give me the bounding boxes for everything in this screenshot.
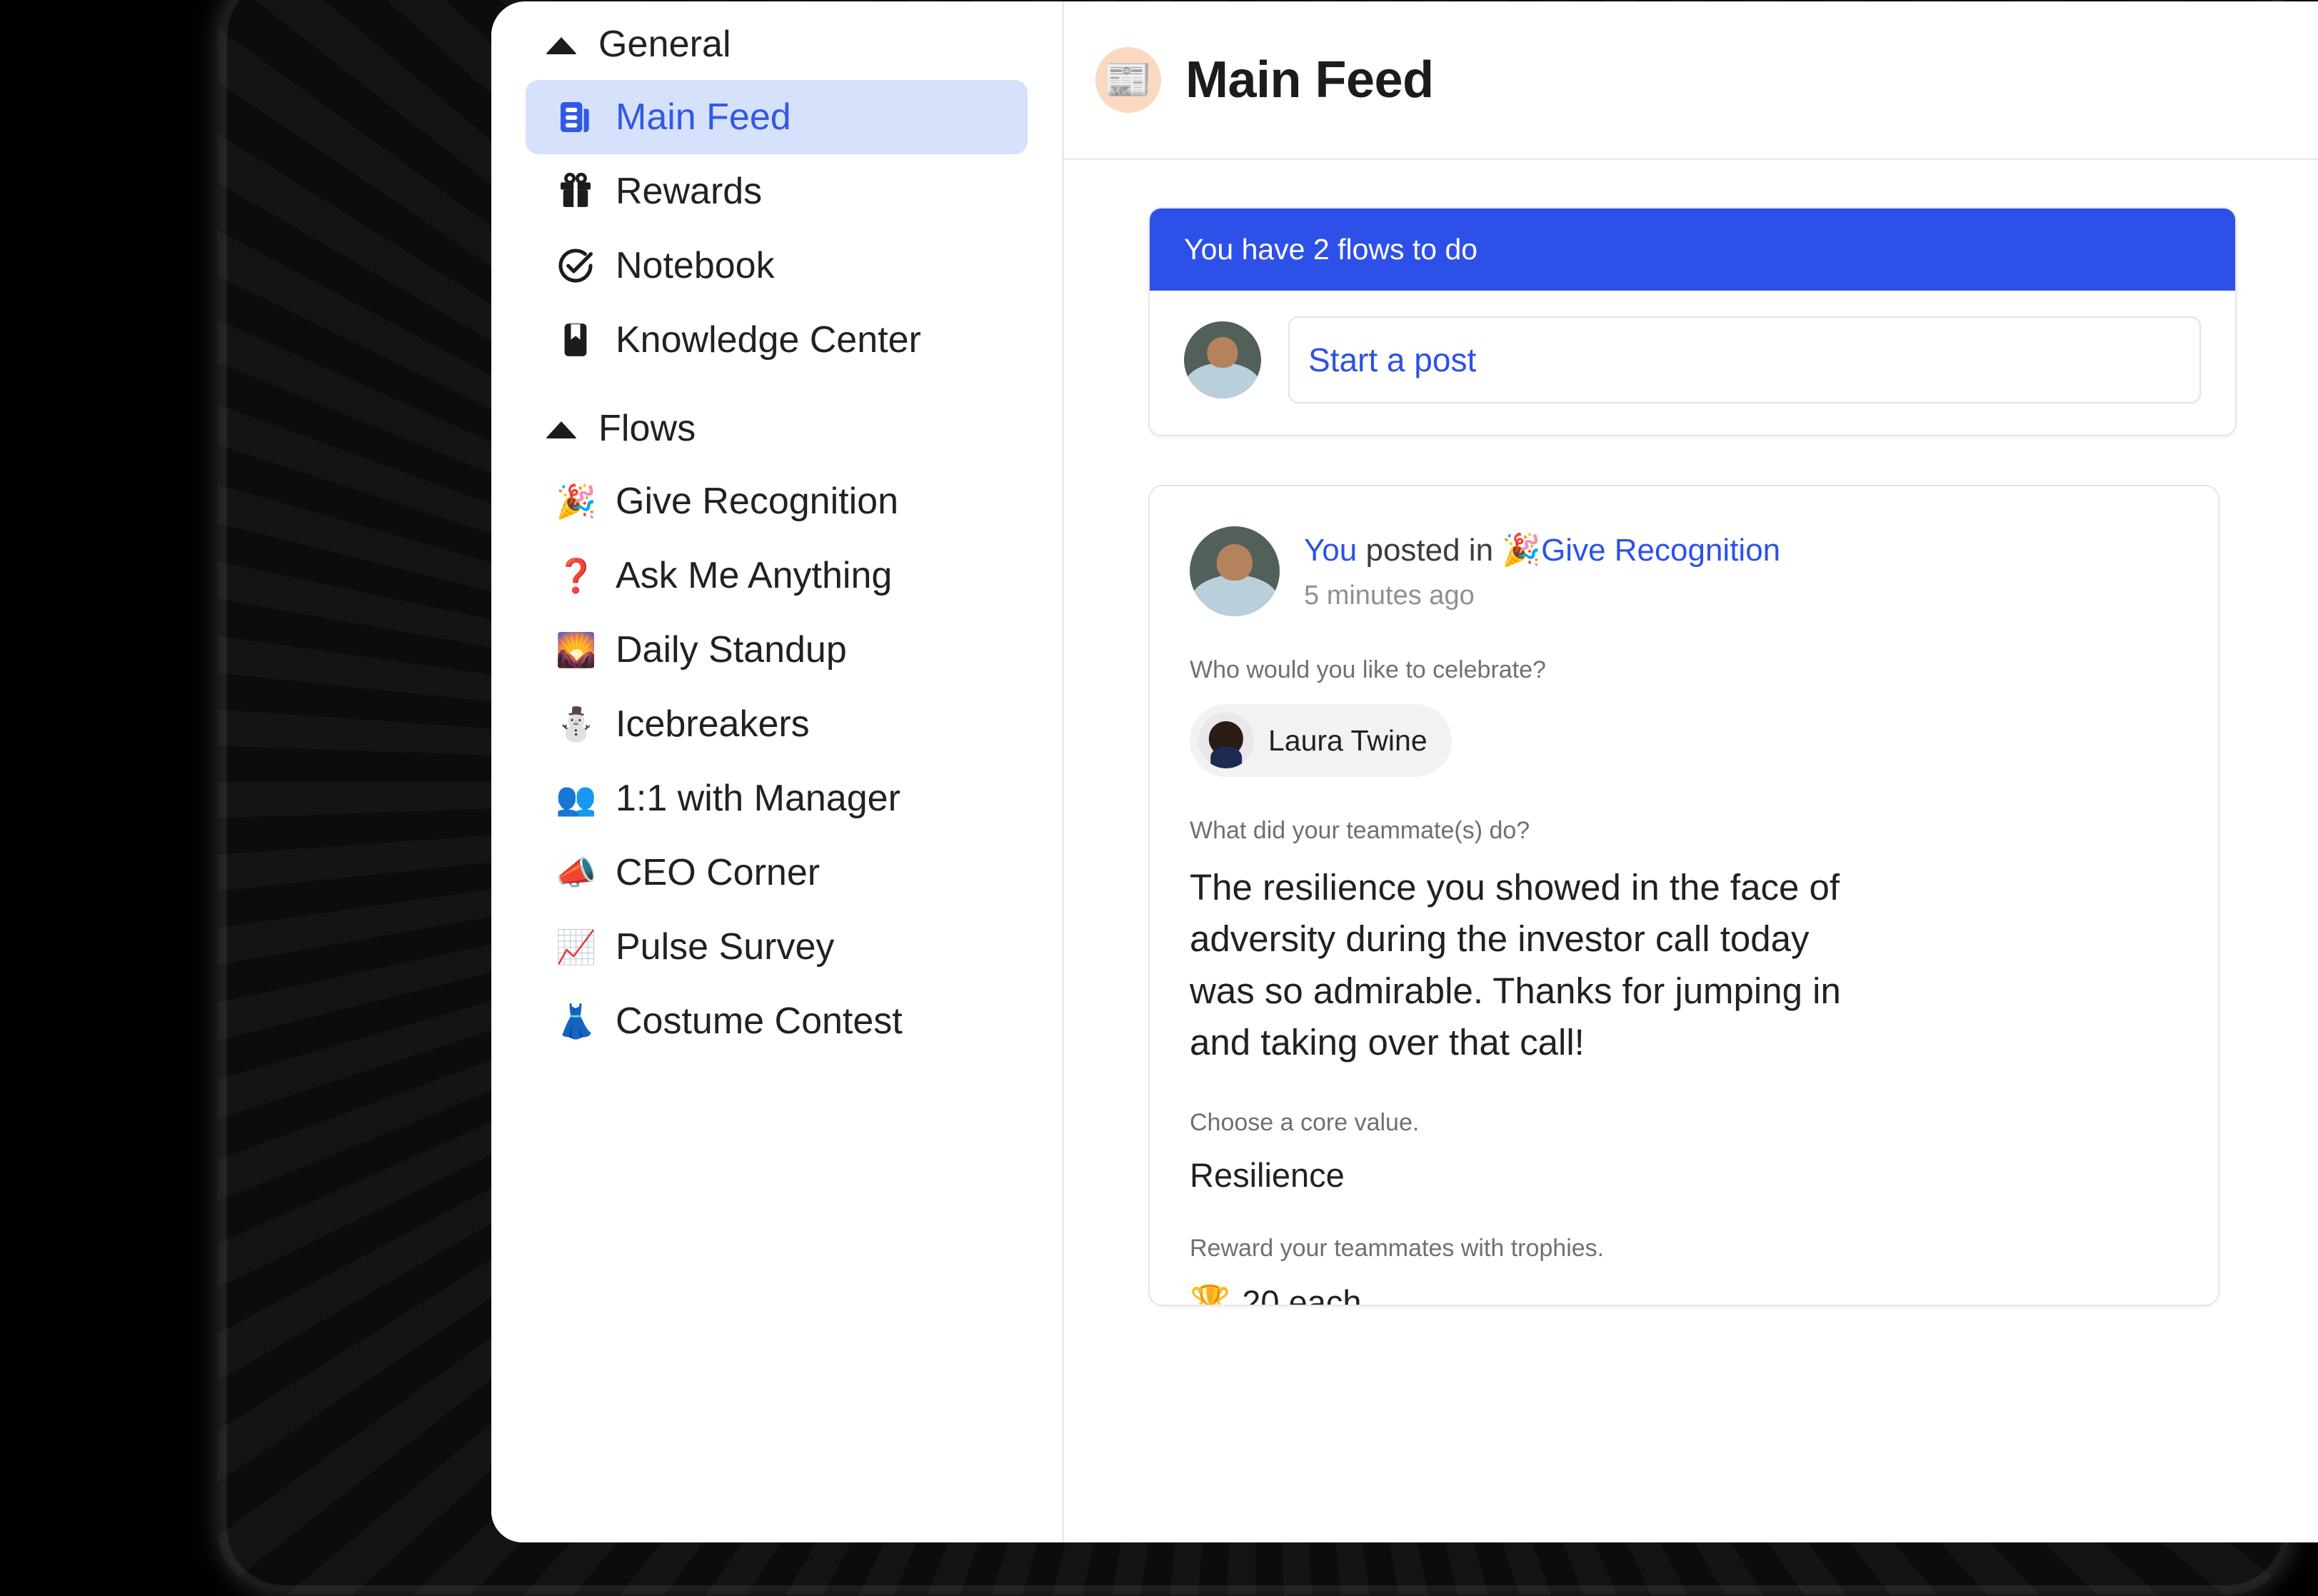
post-flow-link[interactable]: Give Recognition bbox=[1541, 533, 1780, 568]
post-question-what-did-they-do: What did your teammate(s) do? bbox=[1190, 817, 1530, 844]
bookmark-book-icon bbox=[556, 320, 596, 360]
main-content: 📰 Main Feed You have 2 flows to do Start… bbox=[1064, 1, 2318, 1542]
post-meta: You posted in 🎉Give Recognition 5 minute… bbox=[1304, 526, 1780, 611]
post-trophy-amount: 🏆 20 each bbox=[1190, 1283, 2178, 1306]
sidebar-item-main-feed[interactable]: Main Feed bbox=[526, 80, 1028, 154]
chart-increasing-emoji: 📈 bbox=[556, 928, 597, 965]
app-window: General Main Feed Rewards Notebook Knowl… bbox=[491, 1, 2318, 1542]
post-byline: You posted in 🎉Give Recognition bbox=[1304, 533, 1780, 568]
post-author-link[interactable]: You bbox=[1304, 533, 1357, 568]
dress-emoji: 👗 bbox=[556, 1003, 597, 1040]
current-user-avatar[interactable] bbox=[1184, 321, 1261, 398]
newspaper-emoji: 📰 bbox=[1095, 46, 1161, 113]
post-core-value: Resilience bbox=[1190, 1155, 1345, 1194]
celebrated-person-avatar bbox=[1198, 713, 1254, 768]
start-a-post-input[interactable]: Start a post bbox=[1288, 316, 2201, 403]
feed-scroll-area[interactable]: You have 2 flows to do Start a post You … bbox=[1064, 160, 2318, 1542]
sidebar-item-label: CEO Corner bbox=[616, 852, 821, 893]
sunrise-over-mountains-emoji: 🌄 bbox=[556, 631, 597, 668]
sidebar-item-label: Rewards bbox=[616, 171, 763, 212]
start-a-post-placeholder: Start a post bbox=[1308, 341, 1477, 378]
sidebar-item-notebook[interactable]: Notebook bbox=[526, 229, 1028, 303]
device-frame: General Main Feed Rewards Notebook Knowl… bbox=[217, 0, 2318, 1595]
snowman-emoji: ⛄ bbox=[556, 706, 597, 743]
sidebar-item-rewards[interactable]: Rewards bbox=[526, 154, 1028, 229]
post-header: You posted in 🎉Give Recognition 5 minute… bbox=[1190, 526, 2178, 616]
sidebar-section-general[interactable]: General bbox=[491, 9, 1062, 80]
trophy-emoji: 🏆 bbox=[1190, 1283, 1231, 1306]
sidebar-item-label: Main Feed bbox=[616, 96, 791, 138]
post-author-avatar[interactable] bbox=[1190, 526, 1280, 616]
sidebar-item-label: Costume Contest bbox=[616, 1000, 903, 1042]
page-title: Main Feed bbox=[1185, 51, 1434, 109]
celebrated-person-chip[interactable]: Laura Twine bbox=[1190, 704, 1452, 777]
flows-todo-card: You have 2 flows to do Start a post bbox=[1148, 207, 2237, 436]
post-question-trophies: Reward your teammates with trophies. bbox=[1190, 1234, 1605, 1262]
celebrated-person-name: Laura Twine bbox=[1268, 723, 1428, 757]
sidebar-section-flows[interactable]: Flows bbox=[491, 393, 1062, 464]
post-question-core-value: Choose a core value. bbox=[1190, 1108, 1420, 1136]
sidebar-item-pulse-survey[interactable]: 📈 Pulse Survey bbox=[526, 910, 1028, 984]
newspaper-emoji-glyph: 📰 bbox=[1104, 58, 1153, 101]
flows-todo-banner: You have 2 flows to do bbox=[1150, 209, 2235, 291]
sidebar-item-label: Ask Me Anything bbox=[616, 555, 893, 596]
sidebar-item-ceo-corner[interactable]: 📣 CEO Corner bbox=[526, 835, 1028, 910]
caret-up-icon bbox=[546, 421, 577, 438]
sidebar-item-label: Give Recognition bbox=[616, 481, 898, 522]
busts-in-silhouette-emoji: 👥 bbox=[556, 780, 597, 817]
check-circle-icon bbox=[556, 246, 596, 286]
post-timestamp: 5 minutes ago bbox=[1304, 581, 1475, 611]
sidebar-item-give-recognition[interactable]: 🎉 Give Recognition bbox=[526, 464, 1028, 538]
sidebar: General Main Feed Rewards Notebook Knowl… bbox=[491, 1, 1064, 1542]
sidebar-section-title-general: General bbox=[598, 24, 731, 65]
trophy-amount-text: 20 each bbox=[1242, 1283, 1362, 1306]
megaphone-emoji: 📣 bbox=[556, 854, 597, 891]
sidebar-item-one-on-one-with-manager[interactable]: 👥 1:1 with Manager bbox=[526, 761, 1028, 835]
post-card: You posted in 🎉Give Recognition 5 minute… bbox=[1148, 485, 2219, 1306]
post-byline-middle: posted in bbox=[1357, 533, 1502, 568]
sidebar-item-costume-contest[interactable]: 👗 Costume Contest bbox=[526, 984, 1028, 1058]
post-question-celebrate: Who would you like to celebrate? bbox=[1190, 656, 1546, 683]
sidebar-item-label: Notebook bbox=[616, 245, 775, 286]
sidebar-item-label: Daily Standup bbox=[616, 629, 847, 671]
sidebar-item-daily-standup[interactable]: 🌄 Daily Standup bbox=[526, 613, 1028, 687]
sidebar-item-ask-me-anything[interactable]: ❓ Ask Me Anything bbox=[526, 538, 1028, 613]
caret-up-icon bbox=[546, 37, 577, 54]
sidebar-item-label: Knowledge Center bbox=[616, 319, 921, 361]
newspaper-icon bbox=[556, 97, 596, 137]
sidebar-item-icebreakers[interactable]: ⛄ Icebreakers bbox=[526, 687, 1028, 761]
sidebar-item-knowledge-center[interactable]: Knowledge Center bbox=[526, 303, 1028, 377]
sidebar-item-label: 1:1 with Manager bbox=[616, 778, 900, 819]
sidebar-item-label: Pulse Survey bbox=[616, 926, 835, 968]
main-header: 📰 Main Feed bbox=[1064, 1, 2318, 160]
post-flow-emoji: 🎉 bbox=[1502, 533, 1542, 568]
party-popper-emoji: 🎉 bbox=[556, 483, 597, 520]
sidebar-section-title-flows: Flows bbox=[598, 408, 696, 449]
post-body-text: The resilience you showed in the face of… bbox=[1190, 867, 1841, 1063]
sidebar-item-label: Icebreakers bbox=[616, 703, 810, 745]
gift-icon bbox=[556, 171, 596, 211]
post-composer: Start a post bbox=[1150, 291, 2235, 435]
red-question-mark-emoji: ❓ bbox=[556, 557, 597, 594]
